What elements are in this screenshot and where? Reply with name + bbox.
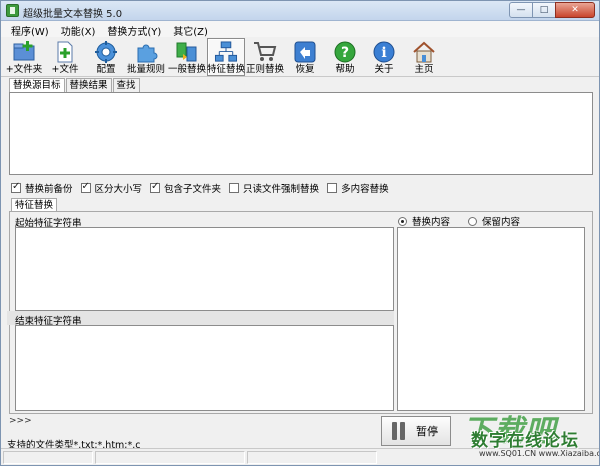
undo-arrow-icon xyxy=(294,41,316,63)
tool-label: 关于 xyxy=(374,64,394,75)
option-label: 包含子文件夹 xyxy=(164,184,222,195)
pause-button[interactable]: 暂停 xyxy=(381,416,451,446)
option-include-subfolders[interactable]: 包含子文件夹 xyxy=(150,181,221,195)
radio-label: 保留内容 xyxy=(482,217,521,228)
option-multi-content[interactable]: 多内容替换 xyxy=(327,181,389,195)
maximize-button[interactable]: □ xyxy=(532,2,556,18)
feature-replace-button[interactable]: 特征替换 xyxy=(207,38,245,76)
option-label: 区分大小写 xyxy=(94,184,143,195)
status-bar xyxy=(1,448,599,465)
option-backup[interactable]: 替换前备份 xyxy=(11,181,73,195)
tool-label: 批量规则 xyxy=(127,64,166,75)
normal-replace-button[interactable]: 一般替换 xyxy=(168,38,206,76)
tab-feature-replace[interactable]: 特征替换 xyxy=(11,198,58,212)
puzzle-icon xyxy=(137,44,158,63)
source-file-list[interactable] xyxy=(9,92,593,175)
app-window: 超级批量文本替换 5.0 — □ ✕ 程序(W) 功能(X) 替换方式(Y) 其… xyxy=(0,0,600,466)
end-feature-textbox[interactable] xyxy=(15,325,394,411)
toolbar: +文件夹 +文件 配置 批量规则 一般替换 特征替换 正则替换 恢复 ? 帮助 … xyxy=(1,37,599,77)
menu-program[interactable]: 程序(W) xyxy=(7,21,53,38)
checkbox[interactable] xyxy=(150,181,161,193)
tool-label: 正则替换 xyxy=(246,64,285,75)
option-label: 只读文件强制替换 xyxy=(243,184,320,195)
radio-replace-content[interactable]: 替换内容 xyxy=(398,214,450,228)
tool-label: +文件夹 xyxy=(5,64,43,75)
radio-button[interactable] xyxy=(468,216,478,226)
tab-replace-source[interactable]: 替换源目标 xyxy=(9,78,65,93)
tool-label: 配置 xyxy=(96,64,116,75)
svg-text:?: ? xyxy=(341,45,349,61)
option-case-sensitive[interactable]: 区分大小写 xyxy=(80,181,143,195)
add-file-button[interactable]: +文件 xyxy=(46,38,84,76)
add-folder-button[interactable]: +文件夹 xyxy=(5,38,43,76)
home-button[interactable]: 主页 xyxy=(405,38,443,76)
status-cell xyxy=(3,451,93,464)
status-cell xyxy=(95,451,245,464)
options-row: 替换前备份 区分大小写 包含子文件夹 只读文件强制替换 多内容替换 xyxy=(11,181,397,195)
checkbox[interactable] xyxy=(327,183,338,193)
info-icon: i xyxy=(373,41,395,63)
radio-keep-content[interactable]: 保留内容 xyxy=(468,214,520,228)
folder-plus-icon xyxy=(13,41,35,61)
option-label: 多内容替换 xyxy=(341,184,389,195)
cart-icon xyxy=(254,42,277,61)
tool-label: 帮助 xyxy=(335,64,355,75)
house-icon xyxy=(413,41,435,63)
option-force-readonly[interactable]: 只读文件强制替换 xyxy=(229,181,319,195)
menu-replace-mode[interactable]: 替换方式(Y) xyxy=(103,21,165,38)
window-title: 超级批量文本替换 5.0 xyxy=(23,9,123,20)
close-button[interactable]: ✕ xyxy=(555,2,595,18)
gear-icon xyxy=(95,41,117,63)
file-plus-icon xyxy=(57,41,73,63)
checkbox[interactable] xyxy=(229,183,240,193)
restore-button[interactable]: 恢复 xyxy=(286,38,324,76)
tool-label: 一般替换 xyxy=(168,64,207,75)
radio-label: 替换内容 xyxy=(412,217,451,228)
tab-find[interactable]: 查找 xyxy=(112,78,140,92)
pause-icon xyxy=(392,422,408,440)
source-tabs: 替换源目标 替换结果 查找 xyxy=(9,78,141,93)
app-icon xyxy=(6,4,19,17)
tool-label: 主页 xyxy=(414,64,434,75)
checkbox[interactable] xyxy=(11,181,21,193)
checkbox[interactable] xyxy=(80,181,91,193)
tab-replace-result[interactable]: 替换结果 xyxy=(65,78,112,92)
tool-label: 恢复 xyxy=(295,64,315,75)
radio-button[interactable] xyxy=(398,216,407,226)
menu-bar: 程序(W) 功能(X) 替换方式(Y) 其它(Z) xyxy=(1,21,599,38)
replace-icon xyxy=(176,42,197,62)
batch-rules-button[interactable]: 批量规则 xyxy=(127,38,165,76)
tool-label: 特征替换 xyxy=(207,64,246,75)
config-button[interactable]: 配置 xyxy=(87,38,125,76)
start-feature-textbox[interactable] xyxy=(15,227,394,311)
help-button[interactable]: ? 帮助 xyxy=(326,38,364,76)
option-label: 替换前备份 xyxy=(25,184,73,195)
replace-content-textbox[interactable] xyxy=(397,227,585,411)
svg-text:i: i xyxy=(381,45,386,61)
pause-label: 暂停 xyxy=(416,425,438,438)
window-controls: — □ ✕ xyxy=(509,2,595,18)
status-cell xyxy=(247,451,377,464)
regex-replace-button[interactable]: 正则替换 xyxy=(246,38,284,76)
tool-label: +文件 xyxy=(51,64,79,75)
title-bar[interactable]: 超级批量文本替换 5.0 — □ ✕ xyxy=(1,1,599,21)
menu-other[interactable]: 其它(Z) xyxy=(169,21,212,38)
network-icon xyxy=(214,41,238,62)
about-button[interactable]: i 关于 xyxy=(365,38,403,76)
menu-function[interactable]: 功能(X) xyxy=(57,21,100,38)
log-prompt: >>> xyxy=(9,416,32,426)
minimize-button[interactable]: — xyxy=(509,2,533,18)
replace-mode-radios: 替换内容 保留内容 xyxy=(398,214,538,228)
question-icon: ? xyxy=(334,41,356,63)
